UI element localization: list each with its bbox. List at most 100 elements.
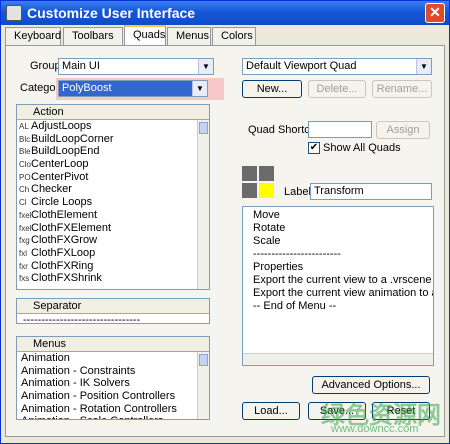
action-label: ClothElement — [31, 208, 98, 221]
menu-rows: Animation Animation - Constraints Animatio… — [17, 352, 209, 419]
action-label: CenterPivot — [31, 170, 89, 183]
scrollbar-thumb[interactable] — [199, 122, 208, 134]
action-item[interactable]: CloCenterLoop — [17, 158, 209, 171]
action-item[interactable]: Ch Checker — [17, 183, 209, 196]
action-icon: fxel — [19, 210, 32, 220]
quad-shortcut-input[interactable] — [308, 121, 372, 138]
quad-cell-bottom-right[interactable] — [259, 183, 274, 198]
quad-menu-item[interactable]: Scale — [243, 235, 433, 248]
action-label: BuildLoopCorner — [31, 132, 114, 145]
quad-menu-item[interactable]: Rotate — [243, 222, 433, 235]
close-button[interactable]: ✕ — [425, 3, 445, 23]
quad-menu-item[interactable]: Move — [243, 209, 433, 222]
load-button[interactable]: Load... — [242, 402, 300, 420]
new-quad-button[interactable]: New... — [242, 80, 302, 98]
action-item[interactable]: fxl ClothFXLoop — [17, 247, 209, 260]
action-item[interactable]: BleBuildLoopEnd — [17, 145, 209, 158]
action-label: BuildLoopEnd — [31, 145, 100, 158]
title-bar[interactable]: Customize User Interface ✕ — [1, 1, 449, 25]
chevron-down-icon[interactable]: ▼ — [416, 59, 431, 74]
separator-item[interactable]: -------------------------------- — [17, 314, 209, 323]
customize-ui-window: Customize User Interface ✕ Keyboard Tool… — [0, 0, 450, 444]
action-item[interactable]: fxgClothFXGrow — [17, 234, 209, 247]
quad-cell-top-right[interactable] — [259, 166, 274, 181]
action-icon: Ble — [19, 147, 31, 157]
group-dropdown[interactable]: Main UI ▼ — [58, 58, 214, 75]
action-icon: fxel — [19, 223, 32, 233]
action-item[interactable]: fxr ClothFXRing — [17, 260, 209, 273]
menu-item[interactable]: Animation - Constraints — [17, 365, 209, 378]
action-label: Circle Loops — [31, 196, 93, 209]
action-icon: Blc — [19, 134, 31, 144]
action-label: ClothFXGrow — [31, 234, 98, 247]
category-dropdown[interactable]: PolyBoost ▼ — [58, 80, 208, 97]
menu-item[interactable]: Animation - Rotation Controllers — [17, 403, 209, 416]
watermark-url: www.downcc.com — [331, 423, 419, 435]
quad-menu-rows: Move Rotate Scale ------------------------ P… — [243, 207, 433, 313]
separator-header: Separator — [17, 299, 209, 314]
action-label: CenterLoop — [31, 158, 89, 171]
action-item[interactable]: Cl Circle Loops — [17, 196, 209, 209]
action-label: ClothFXShrink — [31, 272, 102, 285]
separator-list[interactable]: Separator ------------------------------… — [16, 298, 210, 324]
menu-item[interactable]: Animation - Position Controllers — [17, 390, 209, 403]
action-item[interactable]: BlcBuildLoopCorner — [17, 133, 209, 146]
action-label: Checker — [31, 183, 72, 196]
group-value: Main UI — [62, 60, 100, 72]
quad-preview[interactable] — [242, 166, 274, 198]
action-item[interactable]: fxelClothElement — [17, 209, 209, 222]
app-icon — [6, 5, 22, 21]
action-icon: fxl — [19, 248, 27, 258]
quad-menu-item[interactable]: Export the current view animation to a .… — [243, 287, 433, 300]
tab-toolbars[interactable]: Toolbars — [63, 27, 123, 45]
assign-button[interactable]: Assign — [376, 121, 430, 139]
menus-list-scrollbar[interactable] — [197, 352, 209, 419]
quad-menu-tree[interactable]: Move Rotate Scale ------------------------ P… — [242, 206, 434, 366]
menu-item[interactable]: Animation — [17, 352, 209, 365]
quad-menu-hscroll[interactable] — [243, 353, 433, 365]
action-list-scrollbar[interactable] — [197, 120, 209, 289]
quad-cell-top-left[interactable] — [242, 166, 257, 181]
quad-set-dropdown[interactable]: Default Viewport Quad ▼ — [242, 58, 432, 75]
tab-menus[interactable]: Menus — [167, 27, 211, 45]
action-item[interactable]: POCenterPivot — [17, 171, 209, 184]
rename-quad-button[interactable]: Rename... — [372, 80, 432, 98]
menu-item[interactable]: Animation - Scale Controllers — [17, 415, 209, 419]
menus-list-header: Menus — [17, 337, 209, 352]
quad-menu-item[interactable]: ------------------------ — [243, 248, 433, 261]
menu-item[interactable]: Animation - IK Solvers — [17, 377, 209, 390]
quad-label-input[interactable]: Transform — [310, 183, 432, 200]
quad-menu-item[interactable]: -- End of Menu -- — [243, 300, 433, 313]
show-all-quads-checkbox[interactable]: ✔ — [308, 142, 320, 154]
scrollbar-thumb[interactable] — [199, 354, 208, 366]
category-value: PolyBoost — [62, 82, 112, 94]
delete-quad-button[interactable]: Delete... — [308, 80, 366, 98]
chevron-down-icon[interactable]: ▼ — [198, 59, 213, 74]
action-list[interactable]: Action AL AdjustLoops BlcBuildLoopCorner Bl… — [16, 104, 210, 290]
tab-quads[interactable]: Quads — [124, 25, 166, 46]
quads-panel: Group: Main UI ▼ Category: PolyBoost ▼ A… — [5, 45, 445, 437]
quad-menu-item[interactable]: Export the current view to a .vrscene fi… — [243, 274, 433, 287]
action-icon: Cl — [19, 198, 27, 208]
quad-cell-bottom-left[interactable] — [242, 183, 257, 198]
action-icon: fxg — [19, 236, 30, 246]
action-label: ClothFXLoop — [31, 246, 96, 259]
action-icon: AL — [19, 122, 29, 131]
action-item[interactable]: fxelClothFXElement — [17, 222, 209, 235]
advanced-options-button[interactable]: Advanced Options... — [312, 376, 430, 394]
action-item[interactable]: fxs ClothFXShrink — [17, 272, 209, 285]
menus-list[interactable]: Menus Animation Animation - Constraints An… — [16, 336, 210, 420]
tab-colors[interactable]: Colors — [212, 27, 256, 45]
action-label: ClothFXRing — [31, 259, 94, 272]
quad-set-value: Default Viewport Quad — [246, 60, 357, 72]
chevron-down-icon[interactable]: ▼ — [192, 81, 207, 96]
action-item[interactable]: AL AdjustLoops — [17, 120, 209, 133]
show-all-quads-label: Show All Quads — [323, 142, 401, 154]
action-label: ClothFXElement — [31, 221, 112, 234]
window-title: Customize User Interface — [27, 5, 196, 21]
tab-keyboard[interactable]: Keyboard — [5, 27, 61, 45]
quad-menu-item[interactable]: Properties — [243, 261, 433, 274]
action-icon: PO — [19, 172, 31, 182]
action-label: AdjustLoops — [31, 120, 92, 132]
action-rows: AL AdjustLoops BlcBuildLoopCorner BleBuildL… — [17, 120, 209, 285]
